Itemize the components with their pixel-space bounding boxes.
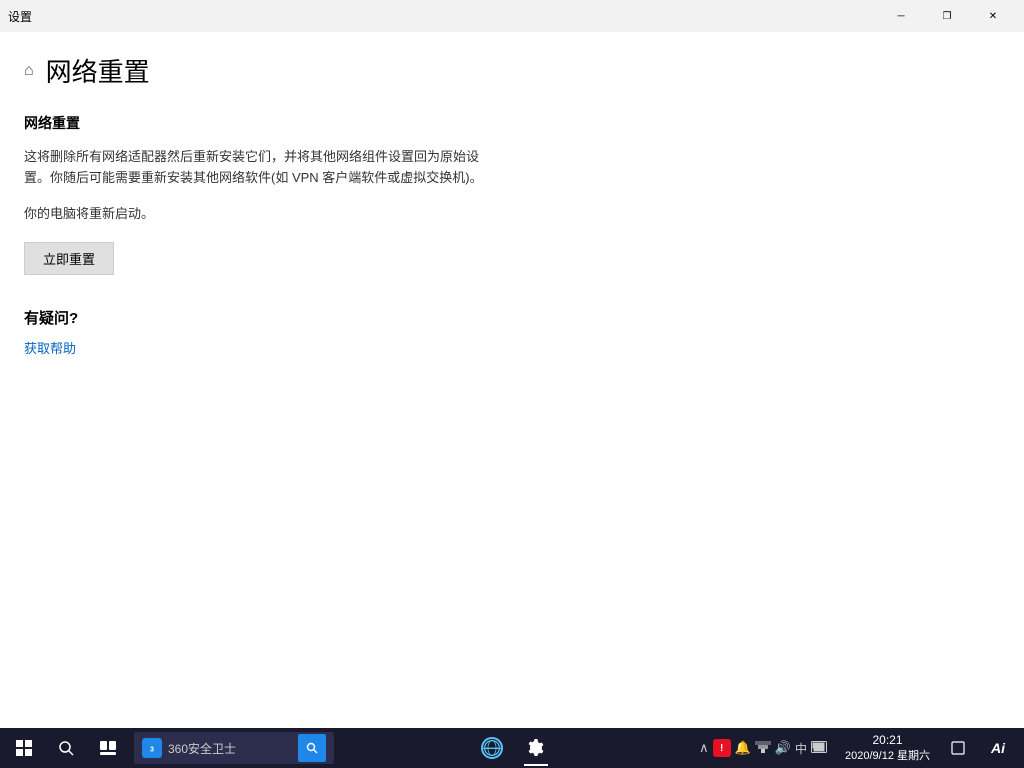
tray-antivirus-icon[interactable]: !	[713, 739, 731, 757]
clock-time: 20:21	[872, 733, 902, 749]
section-description: 这将删除所有网络适配器然后重新安装它们，并将其他网络组件设置回为原始设置。你随后…	[24, 147, 504, 189]
restore-button[interactable]: ❐	[924, 0, 970, 32]
tray-network-icon[interactable]	[755, 739, 771, 758]
taskbar: 3 360安全卫士	[0, 728, 1024, 768]
taskbar-pinned-apps	[470, 728, 558, 768]
reset-now-button[interactable]: 立即重置	[24, 242, 114, 275]
search-button[interactable]	[46, 728, 86, 768]
title-bar-title: 设置	[8, 8, 32, 25]
globe-icon	[481, 737, 503, 759]
help-link[interactable]: 获取帮助	[24, 341, 76, 356]
task-view-button[interactable]	[88, 728, 128, 768]
notification-button[interactable]	[942, 728, 974, 768]
section-title: 网络重置	[24, 113, 1000, 133]
taskbar-search-bar[interactable]: 3 360安全卫士	[134, 732, 334, 764]
clock-date: 2020/9/12 星期六	[845, 749, 930, 763]
taskbar-left: 3 360安全卫士	[0, 728, 334, 768]
main-content: ⌂ 网络重置 网络重置 这将删除所有网络适配器然后重新安装它们，并将其他网络组件…	[0, 32, 1024, 728]
breadcrumb-header: ⌂ 网络重置	[24, 52, 1000, 89]
svg-text:3: 3	[150, 747, 154, 754]
pinned-browser-app[interactable]	[470, 728, 514, 768]
clock-area[interactable]: 20:21 2020/9/12 星期六	[835, 733, 940, 763]
search-bar-text: 360安全卫士	[168, 740, 292, 757]
title-bar: 设置 ─ ❐ ✕	[0, 0, 1024, 32]
ai-badge[interactable]: Ai	[976, 728, 1020, 768]
start-button[interactable]	[4, 728, 44, 768]
system-tray: ∧ ! 🔔 🔊 中	[693, 739, 833, 758]
tray-volume-icon[interactable]: 🔊	[775, 740, 791, 756]
question-title: 有疑问?	[24, 307, 1000, 328]
360-icon: 3	[142, 738, 162, 758]
tray-lang-text[interactable]: 中	[795, 740, 807, 757]
title-bar-left: 设置	[8, 8, 32, 25]
tray-keyboard-icon[interactable]	[811, 741, 827, 756]
tray-bell-icon[interactable]: 🔔	[735, 740, 751, 756]
page-title: 网络重置	[46, 52, 150, 89]
close-button[interactable]: ✕	[970, 0, 1016, 32]
taskbar-right: ∧ ! 🔔 🔊 中	[693, 728, 1024, 768]
tray-expand-icon[interactable]: ∧	[699, 740, 709, 756]
search-submit-button[interactable]	[298, 734, 326, 762]
home-icon[interactable]: ⌂	[24, 62, 34, 80]
minimize-button[interactable]: ─	[878, 0, 924, 32]
section-note: 你的电脑将重新启动。	[24, 203, 1000, 222]
pinned-settings-app[interactable]	[514, 728, 558, 768]
title-bar-controls: ─ ❐ ✕	[878, 0, 1016, 32]
